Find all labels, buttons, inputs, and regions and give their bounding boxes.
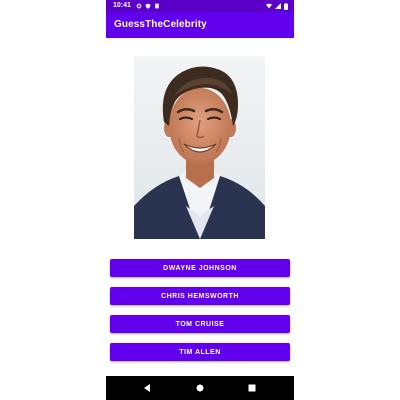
answer-button-tom-cruise[interactable]: TOM CRUISE [110, 315, 290, 333]
recents-icon[interactable] [246, 382, 258, 394]
status-bar: 10:41 [106, 0, 294, 12]
phone-screen: 10:41 GuessTheCelebrity DWAYNE JOHNSON C… [106, 0, 294, 400]
sd-card-icon [155, 3, 159, 9]
screen: 10:41 GuessTheCelebrity DWAYNE JOHNSON C… [0, 0, 400, 400]
battery-icon [284, 2, 288, 10]
answer-button-tim-allen[interactable]: TIM ALLEN [110, 343, 290, 361]
answer-button-chris-hemsworth[interactable]: CHRIS HEMSWORTH [110, 287, 290, 305]
gear-icon [136, 3, 142, 9]
wifi-icon [266, 3, 272, 9]
celebrity-photo [134, 56, 265, 239]
navigation-bar [106, 376, 294, 400]
shield-icon [145, 3, 151, 9]
answer-button-dwayne-johnson[interactable]: DWAYNE JOHNSON [110, 259, 290, 277]
status-left-icons [136, 0, 160, 12]
back-icon[interactable] [141, 382, 153, 394]
celebrity-portrait-image [134, 56, 265, 239]
status-right-icons [266, 0, 288, 12]
app-bar: GuessTheCelebrity [106, 12, 294, 38]
home-icon[interactable] [194, 382, 206, 394]
status-time: 10:41 [113, 2, 131, 9]
app-title: GuessTheCelebrity [114, 19, 207, 30]
signal-icon [275, 3, 281, 9]
